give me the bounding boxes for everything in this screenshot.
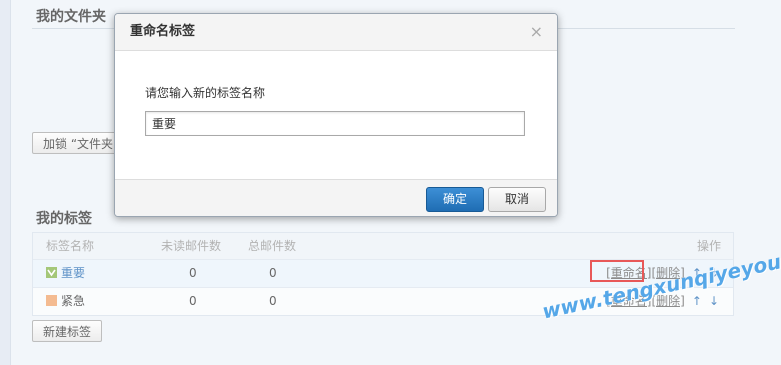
dialog-title: 重命名标签 [130,24,196,39]
dialog-header: 重命名标签 × [115,14,557,51]
tag-name-input[interactable] [145,111,525,136]
dialog-footer: 确定 取消 [115,179,557,216]
close-icon[interactable]: × [530,14,543,50]
ok-button[interactable]: 确定 [426,187,484,212]
rename-tag-dialog: 重命名标签 × 请您输入新的标签名称 确定 取消 [114,13,558,217]
dialog-prompt: 请您输入新的标签名称 [145,86,266,100]
cancel-button[interactable]: 取消 [488,187,546,212]
